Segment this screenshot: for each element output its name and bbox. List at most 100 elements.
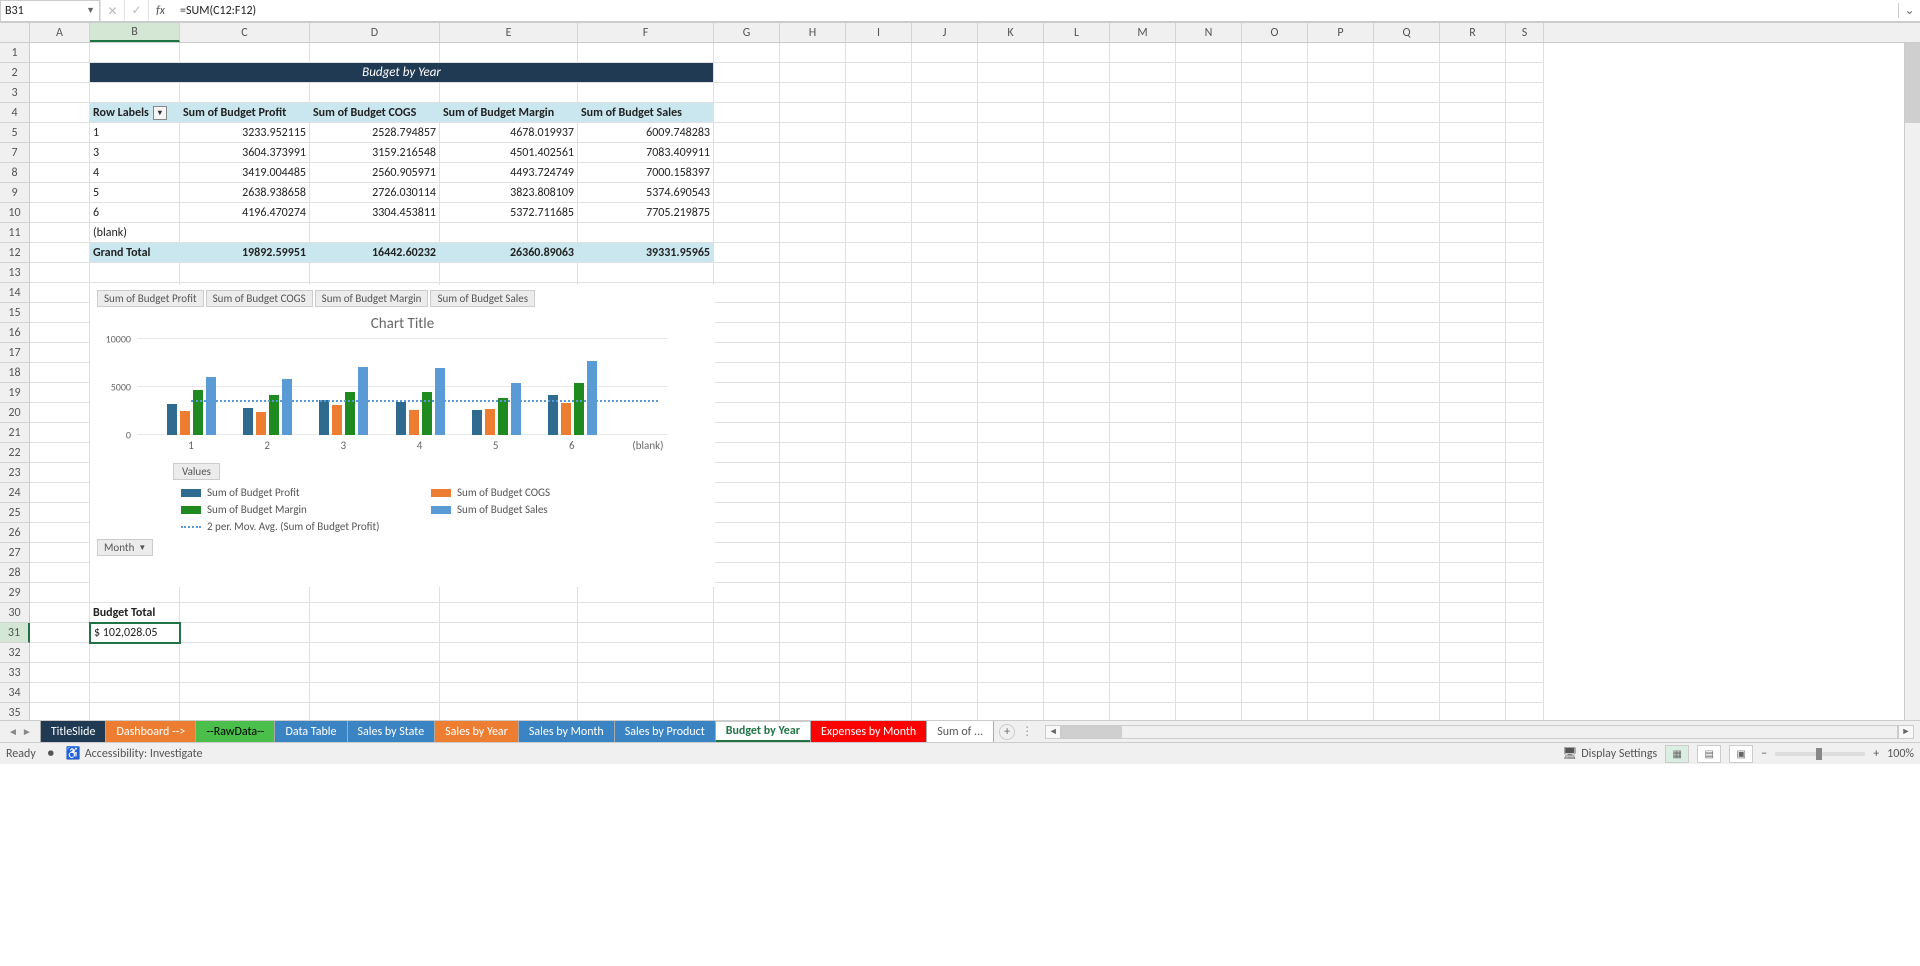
cell-C12[interactable]: 19892.59951 (180, 243, 310, 263)
cell-H21[interactable] (780, 423, 846, 443)
cell-N18[interactable] (1176, 363, 1242, 383)
cell-K34[interactable] (978, 683, 1044, 703)
cell-K4[interactable] (978, 103, 1044, 123)
cell-P2[interactable] (1308, 63, 1374, 83)
row-header-20[interactable]: 20 (0, 403, 30, 423)
cell-N23[interactable] (1176, 463, 1242, 483)
cell-C4[interactable]: Sum of Budget Profit (180, 103, 310, 123)
cell-O14[interactable] (1242, 283, 1308, 303)
cell-R16[interactable] (1440, 323, 1506, 343)
cell-Q32[interactable] (1374, 643, 1440, 663)
row-header-35[interactable]: 35 (0, 703, 30, 720)
cell-H10[interactable] (780, 203, 846, 223)
cell-G1[interactable] (714, 43, 780, 63)
cell-O31[interactable] (1242, 623, 1308, 643)
cell-S5[interactable] (1506, 123, 1544, 143)
cell-H23[interactable] (780, 463, 846, 483)
cell-M30[interactable] (1110, 603, 1176, 623)
cell-M22[interactable] (1110, 443, 1176, 463)
cell-R12[interactable] (1440, 243, 1506, 263)
cell-R24[interactable] (1440, 483, 1506, 503)
cell-F31[interactable] (578, 623, 714, 643)
cell-O10[interactable] (1242, 203, 1308, 223)
chart-bar[interactable] (332, 405, 342, 435)
cell-Q34[interactable] (1374, 683, 1440, 703)
row-header-15[interactable]: 15 (0, 303, 30, 323)
cell-P21[interactable] (1308, 423, 1374, 443)
cell-S21[interactable] (1506, 423, 1544, 443)
cell-R10[interactable] (1440, 203, 1506, 223)
legend-trendline[interactable]: 2 per. Mov. Avg. (Sum of Budget Profit) (181, 520, 391, 533)
row-header-28[interactable]: 28 (0, 563, 30, 583)
cell-P16[interactable] (1308, 323, 1374, 343)
row-header-23[interactable]: 23 (0, 463, 30, 483)
cell-E35[interactable] (440, 703, 578, 720)
cell-L22[interactable] (1044, 443, 1110, 463)
cell-G11[interactable] (714, 223, 780, 243)
cell-S3[interactable] (1506, 83, 1544, 103)
chart-bar[interactable] (282, 379, 292, 435)
cell-L31[interactable] (1044, 623, 1110, 643)
cell-J29[interactable] (912, 583, 978, 603)
cell-E5[interactable]: 4678.019937 (440, 123, 578, 143)
cell-I30[interactable] (846, 603, 912, 623)
cell-F12[interactable]: 39331.95965 (578, 243, 714, 263)
cell-H32[interactable] (780, 643, 846, 663)
cell-Q8[interactable] (1374, 163, 1440, 183)
cell-N3[interactable] (1176, 83, 1242, 103)
cell-Q12[interactable] (1374, 243, 1440, 263)
cell-O7[interactable] (1242, 143, 1308, 163)
chart-bar[interactable] (180, 411, 190, 435)
cell-P17[interactable] (1308, 343, 1374, 363)
cell-G18[interactable] (714, 363, 780, 383)
chart-bar[interactable] (206, 377, 216, 435)
cell-S4[interactable] (1506, 103, 1544, 123)
cell-Q24[interactable] (1374, 483, 1440, 503)
cell-P11[interactable] (1308, 223, 1374, 243)
cell-J32[interactable] (912, 643, 978, 663)
cell-D12[interactable]: 16442.60232 (310, 243, 440, 263)
cell-B33[interactable] (90, 663, 180, 683)
cell-G12[interactable] (714, 243, 780, 263)
cell-L13[interactable] (1044, 263, 1110, 283)
cell-I11[interactable] (846, 223, 912, 243)
cell-L23[interactable] (1044, 463, 1110, 483)
cell-Q5[interactable] (1374, 123, 1440, 143)
sheet-tab--rawdata-[interactable]: --RawData-- (195, 721, 275, 742)
cell-L18[interactable] (1044, 363, 1110, 383)
cell-G5[interactable] (714, 123, 780, 143)
cell-A10[interactable] (30, 203, 90, 223)
cell-D1[interactable] (310, 43, 440, 63)
chart-bar[interactable] (485, 409, 495, 435)
column-header-L[interactable]: L (1044, 23, 1110, 42)
cell-K22[interactable] (978, 443, 1044, 463)
cell-M19[interactable] (1110, 383, 1176, 403)
cell-P20[interactable] (1308, 403, 1374, 423)
cell-K20[interactable] (978, 403, 1044, 423)
cell-J28[interactable] (912, 563, 978, 583)
cell-K9[interactable] (978, 183, 1044, 203)
cell-K30[interactable] (978, 603, 1044, 623)
cell-A14[interactable] (30, 283, 90, 303)
column-header-R[interactable]: R (1440, 23, 1506, 42)
cell-O35[interactable] (1242, 703, 1308, 720)
cell-L17[interactable] (1044, 343, 1110, 363)
cell-H34[interactable] (780, 683, 846, 703)
row-header-26[interactable]: 26 (0, 523, 30, 543)
cell-S18[interactable] (1506, 363, 1544, 383)
column-header-C[interactable]: C (180, 23, 310, 42)
chart-plot-area[interactable]: 0500010000 (137, 339, 668, 435)
cell-N2[interactable] (1176, 63, 1242, 83)
cell-G23[interactable] (714, 463, 780, 483)
cell-G27[interactable] (714, 543, 780, 563)
cell-R30[interactable] (1440, 603, 1506, 623)
spreadsheet-grid[interactable]: ABCDEFGHIJKLMNOPQRS 12Budget by Year34Ro… (0, 22, 1920, 720)
cell-A34[interactable] (30, 683, 90, 703)
sheet-tab-budget-by-year[interactable]: Budget by Year (715, 721, 811, 742)
cell-I14[interactable] (846, 283, 912, 303)
cell-S27[interactable] (1506, 543, 1544, 563)
cell-C7[interactable]: 3604.373991 (180, 143, 310, 163)
cell-D8[interactable]: 2560.905971 (310, 163, 440, 183)
chart-bar[interactable] (574, 383, 584, 435)
cell-O28[interactable] (1242, 563, 1308, 583)
